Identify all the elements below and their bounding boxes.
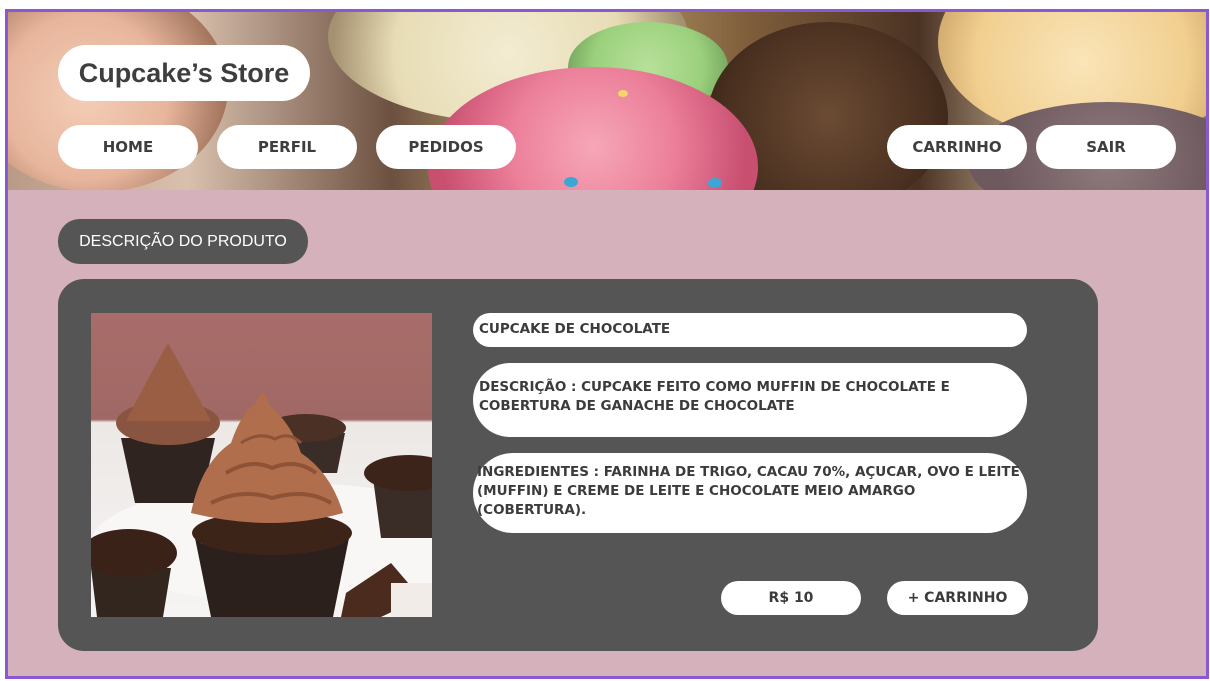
banner-sprinkle — [708, 178, 722, 188]
nav-perfil-button[interactable]: PERFIL — [217, 125, 357, 169]
product-description-field: DESCRIÇÃO : CUPCAKE FEITO COMO MUFFIN DE… — [473, 363, 1027, 437]
product-card: CUPCAKE DE CHOCOLATE DESCRIÇÃO : CUPCAKE… — [58, 279, 1098, 651]
nav-home-button[interactable]: HOME — [58, 125, 198, 169]
nav-pedidos-button[interactable]: PEDIDOS — [376, 125, 516, 169]
header-banner: Cupcake’s Store HOME PERFIL PEDIDOS CARR… — [8, 12, 1206, 190]
chocolate-cupcake-image — [91, 313, 432, 617]
banner-sprinkle — [618, 90, 628, 97]
banner-sprinkle — [564, 177, 578, 187]
product-photo-illustration — [91, 343, 432, 617]
app-frame: Cupcake’s Store HOME PERFIL PEDIDOS CARR… — [5, 9, 1209, 679]
add-to-cart-button[interactable]: + CARRINHO — [887, 581, 1028, 615]
wrapper-piece — [391, 583, 432, 617]
product-name-field: CUPCAKE DE CHOCOLATE — [473, 313, 1027, 347]
frosting-swirl-back — [126, 343, 211, 421]
price-badge: R$ 10 — [721, 581, 861, 615]
nav-carrinho-button[interactable]: CARRINHO — [887, 125, 1027, 169]
brand-title[interactable]: Cupcake’s Store — [58, 45, 310, 101]
section-title: DESCRIÇÃO DO PRODUTO — [58, 219, 308, 264]
product-ingredients-field: INGREDIENTES : FARINHA DE TRIGO, CACAU 7… — [473, 453, 1027, 533]
nav-sair-button[interactable]: SAIR — [1036, 125, 1176, 169]
